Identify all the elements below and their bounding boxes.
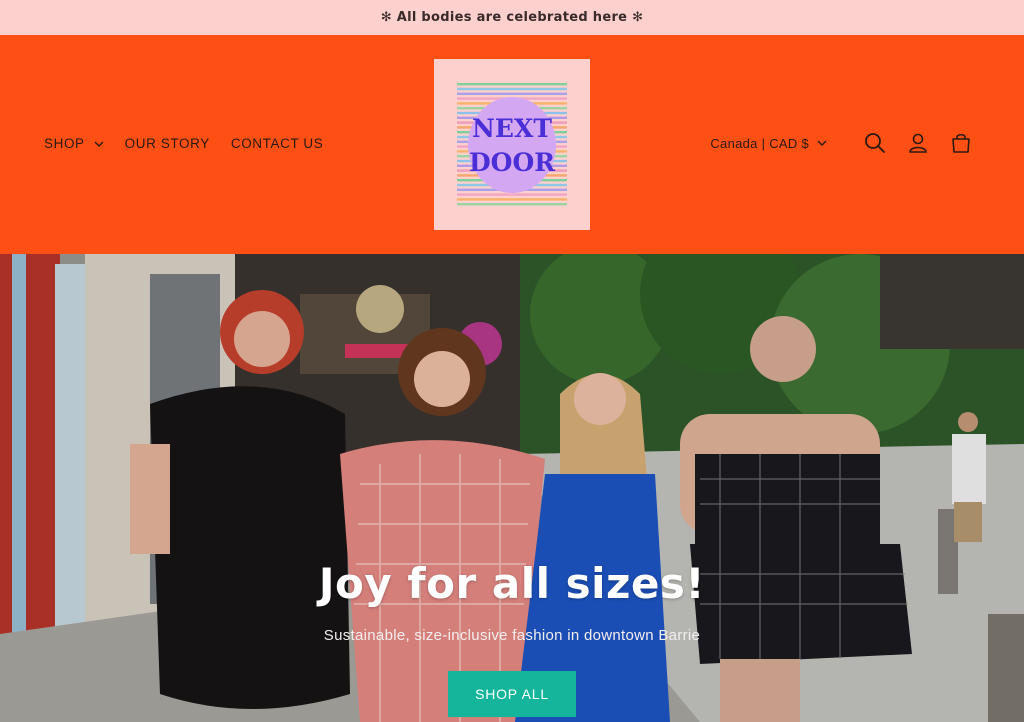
logo-stripe bbox=[457, 197, 567, 201]
nav-item-shop-label: SHOP bbox=[44, 136, 85, 151]
store-logo[interactable]: NEXT DOOR bbox=[434, 59, 590, 230]
cart-button[interactable] bbox=[948, 130, 974, 156]
search-icon bbox=[865, 133, 885, 153]
shop-all-button[interactable]: SHOP ALL bbox=[448, 671, 576, 717]
logo-text-line1: NEXT bbox=[472, 114, 552, 143]
chevron-down-icon bbox=[94, 141, 104, 147]
chevron-down-icon bbox=[817, 140, 827, 146]
logo-text-line2: DOOR bbox=[469, 148, 555, 177]
logo-graphic: NEXT DOOR bbox=[457, 82, 567, 205]
logo-stripe bbox=[457, 82, 567, 85]
nav-item-our-story[interactable]: OUR STORY bbox=[125, 136, 210, 151]
hero-title: Joy for all sizes! bbox=[318, 559, 706, 608]
header-utilities: Canada | CAD $ bbox=[710, 130, 974, 156]
logo-stripe bbox=[457, 192, 567, 196]
nav-item-our-story-label: OUR STORY bbox=[124, 136, 210, 151]
country-selector[interactable]: Canada | CAD $ bbox=[710, 136, 827, 151]
hero-banner: Joy for all sizes! Sustainable, size-inc… bbox=[0, 254, 1024, 722]
nav-item-contact-us-label: CONTACT US bbox=[230, 136, 324, 151]
account-icon bbox=[909, 133, 927, 153]
hero-photo bbox=[0, 254, 1024, 722]
announcement-text: ✻ All bodies are celebrated here ✻ bbox=[380, 10, 644, 25]
logo-stripe bbox=[457, 202, 567, 205]
logo-stripe bbox=[457, 92, 567, 95]
search-button[interactable] bbox=[862, 130, 888, 156]
cart-icon bbox=[952, 133, 970, 153]
country-selector-label: Canada | CAD $ bbox=[710, 135, 809, 151]
site-header: SHOP OUR STORY CONTACT US NEXT DOOR Cana… bbox=[0, 35, 1024, 254]
nav-item-shop[interactable]: SHOP bbox=[44, 136, 104, 151]
nav-item-contact-us[interactable]: CONTACT US bbox=[231, 136, 324, 151]
hero-subtitle: Sustainable, size-inclusive fashion in d… bbox=[323, 627, 701, 644]
main-nav: SHOP OUR STORY CONTACT US bbox=[44, 136, 344, 151]
announcement-bar: ✻ All bodies are celebrated here ✻ bbox=[0, 0, 1024, 35]
account-button[interactable] bbox=[905, 130, 931, 156]
logo-stripe bbox=[457, 87, 567, 90]
